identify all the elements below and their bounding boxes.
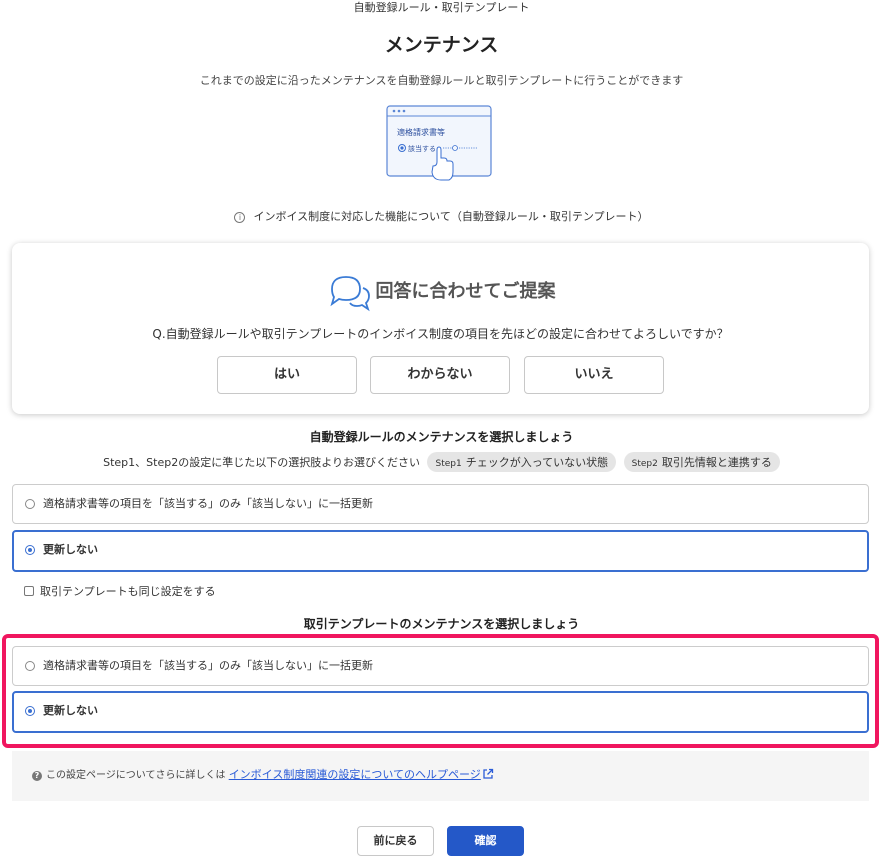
question-icon: ? bbox=[32, 771, 42, 781]
no-button[interactable]: いいえ bbox=[524, 356, 664, 394]
step-guidance: Step1、Step2の設定に準じた以下の選択肢よりお選びください Step1 チ… bbox=[0, 452, 883, 472]
chat-bubbles-icon bbox=[329, 276, 370, 312]
illustration-title: 適格請求書等 bbox=[397, 127, 445, 137]
template-option-no-update[interactable]: 更新しない bbox=[12, 691, 869, 733]
page-title: メンテナンス bbox=[384, 34, 499, 56]
step1-chip: Step1 チェックが入っていない状態 bbox=[427, 452, 617, 472]
suggestion-title: 回答に合わせてご提案 bbox=[12, 271, 869, 313]
option-label: 更新しない bbox=[43, 704, 98, 717]
info-icon: i bbox=[234, 212, 246, 223]
radio-button[interactable] bbox=[25, 499, 35, 509]
suggestion-title-text: 回答に合わせてご提案 bbox=[375, 281, 556, 302]
checkbox[interactable] bbox=[24, 586, 34, 596]
step2-chip: Step2 取引先情報と連携する bbox=[623, 452, 780, 472]
auto-rule-option-bulk-update[interactable]: 適格請求書等の項目を「該当する」のみ「該当しない」に一括更新 bbox=[12, 484, 869, 524]
help-notice: ? この設定ページについてさらに詳しくは インボイス制度関連の設定についてのヘルプ… bbox=[12, 751, 869, 801]
help-prefix: この設定ページについてさらに詳しくは bbox=[46, 770, 226, 781]
checkbox-label: 取引テンプレートも同じ設定をする bbox=[40, 585, 216, 598]
back-button[interactable]: 前に戻る bbox=[357, 826, 434, 856]
page-subtitle: これまでの設定に沿ったメンテナンスを自動登録ルールと取引テンプレートに行うことが… bbox=[199, 74, 684, 87]
template-option-bulk-update[interactable]: 適格請求書等の項目を「該当する」のみ「該当しない」に一括更新 bbox=[12, 646, 869, 686]
dont-know-button[interactable]: わからない bbox=[370, 356, 510, 394]
external-link-icon[interactable] bbox=[482, 768, 494, 780]
option-label: 適格請求書等の項目を「該当する」のみ「該当しない」に一括更新 bbox=[43, 497, 373, 510]
radio-button-selected[interactable] bbox=[25, 545, 35, 555]
illustration-option: 該当する bbox=[408, 144, 436, 153]
suggestion-question: Q.自動登録ルールや取引テンプレートのインボイス制度の項目を先ほどの設定に合わせ… bbox=[152, 327, 729, 341]
breadcrumb: 自動登録ルール・取引テンプレート bbox=[353, 1, 530, 14]
help-page-link[interactable]: インボイス制度関連の設定についてのヘルプページ bbox=[229, 768, 481, 781]
auto-rule-option-no-update[interactable]: 更新しない bbox=[12, 530, 869, 572]
radio-button-selected[interactable] bbox=[25, 706, 35, 716]
suggestion-card: 回答に合わせてご提案 Q.自動登録ルールや取引テンプレートのインボイス制度の項目… bbox=[12, 243, 869, 414]
option-label: 更新しない bbox=[43, 543, 98, 556]
step-guidance-text: Step1、Step2の設定に準じた以下の選択肢よりお選びください bbox=[103, 456, 420, 469]
invoice-info-link-text: インボイス制度に対応した機能について（自動登録ルール・取引テンプレート） bbox=[253, 210, 649, 223]
yes-button[interactable]: はい bbox=[217, 356, 357, 394]
radio-button[interactable] bbox=[25, 661, 35, 671]
template-section-title: 取引テンプレートのメンテナンスを選択しましょう bbox=[303, 617, 580, 631]
invoice-info-link[interactable]: i インボイス制度に対応した機能について（自動登録ルール・取引テンプレート） bbox=[0, 208, 883, 224]
auto-rule-section-title: 自動登録ルールのメンテナンスを選択しましょう bbox=[309, 430, 574, 444]
confirm-button[interactable]: 確認 bbox=[447, 826, 524, 856]
same-setting-checkbox[interactable]: 取引テンプレートも同じ設定をする bbox=[24, 585, 216, 599]
option-label: 適格請求書等の項目を「該当する」のみ「該当しない」に一括更新 bbox=[43, 659, 373, 672]
invoice-setting-illustration: 適格請求書等 該当する bbox=[386, 105, 492, 181]
